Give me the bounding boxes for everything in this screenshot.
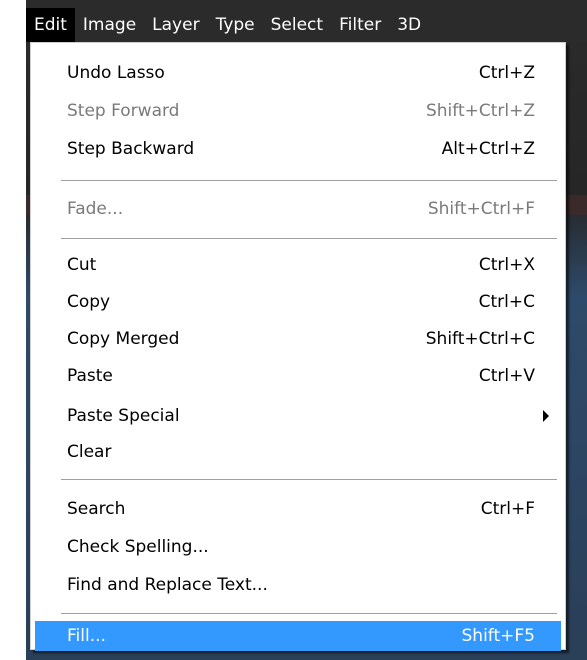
menu-layer[interactable]: Layer: [144, 8, 207, 42]
menu-item-copy[interactable]: Copy Ctrl+C: [35, 284, 561, 320]
screen: Edit Image Layer Type Select Filter 3D U…: [0, 0, 587, 660]
menu-item-label: Check Spelling...: [67, 537, 209, 557]
menu-item-label: Clear: [67, 442, 112, 462]
menu-edit[interactable]: Edit: [26, 8, 75, 42]
menu-item-clear[interactable]: Clear: [35, 434, 561, 470]
menu-separator: [61, 238, 557, 239]
menu-item-step-forward: Step Forward Shift+Ctrl+Z: [35, 93, 561, 129]
submenu-arrow-icon: [543, 410, 549, 422]
menu-item-shortcut: Shift+Ctrl+Z: [425, 101, 535, 121]
menu-item-label: Paste: [67, 366, 113, 386]
menu-item-fade: Fade... Shift+Ctrl+F: [35, 191, 561, 227]
menu-filter[interactable]: Filter: [331, 8, 389, 42]
menu-item-label: Fill...: [67, 626, 106, 646]
menu-item-cut[interactable]: Cut Ctrl+X: [35, 247, 561, 283]
edit-menu-dropdown: Undo Lasso Ctrl+Z Step Forward Shift+Ctr…: [30, 42, 566, 651]
menu-item-paste[interactable]: Paste Ctrl+V: [35, 358, 561, 394]
menu-item-fill[interactable]: Fill... Shift+F5: [35, 621, 561, 651]
menu-item-copy-merged[interactable]: Copy Merged Shift+Ctrl+C: [35, 321, 561, 357]
menu-item-shortcut: Shift+Ctrl+F: [427, 199, 535, 219]
menu-item-label: Cut: [67, 255, 97, 275]
menu-item-label: Search: [67, 499, 126, 519]
menu-item-shortcut: Shift+F5: [461, 626, 535, 646]
menubar: Edit Image Layer Type Select Filter 3D: [26, 8, 587, 42]
menu-item-shortcut: Ctrl+X: [478, 255, 535, 275]
menu-item-label: Fade...: [67, 199, 124, 219]
menu-item-shortcut: Alt+Ctrl+Z: [441, 139, 535, 159]
menu-separator: [61, 180, 557, 181]
menu-item-label: Paste Special: [67, 406, 180, 426]
menu-item-label: Copy: [67, 292, 111, 312]
menu-item-search[interactable]: Search Ctrl+F: [35, 491, 561, 527]
menu-item-find-and-replace-text[interactable]: Find and Replace Text...: [35, 567, 561, 603]
menu-type[interactable]: Type: [208, 8, 263, 42]
menu-item-shortcut: Ctrl+V: [478, 366, 535, 386]
menu-item-step-backward[interactable]: Step Backward Alt+Ctrl+Z: [35, 131, 561, 167]
menu-3d[interactable]: 3D: [389, 8, 429, 42]
menu-item-label: Find and Replace Text...: [67, 575, 268, 595]
menu-item-label: Copy Merged: [67, 329, 180, 349]
menu-separator: [61, 479, 557, 480]
menu-item-label: Step Backward: [67, 139, 195, 159]
menu-image[interactable]: Image: [75, 8, 144, 42]
menu-separator: [61, 613, 557, 614]
menu-item-shortcut: Shift+Ctrl+C: [425, 329, 535, 349]
menu-item-label: Undo Lasso: [67, 63, 165, 83]
menu-item-shortcut: Ctrl+F: [480, 499, 535, 519]
menu-item-check-spelling[interactable]: Check Spelling...: [35, 529, 561, 565]
menu-select[interactable]: Select: [263, 8, 331, 42]
menu-item-label: Step Forward: [67, 101, 180, 121]
menu-item-undo-lasso[interactable]: Undo Lasso Ctrl+Z: [35, 55, 561, 91]
menu-item-shortcut: Ctrl+C: [478, 292, 535, 312]
menu-item-shortcut: Ctrl+Z: [478, 63, 535, 83]
menu-item-paste-special[interactable]: Paste Special: [35, 398, 561, 434]
